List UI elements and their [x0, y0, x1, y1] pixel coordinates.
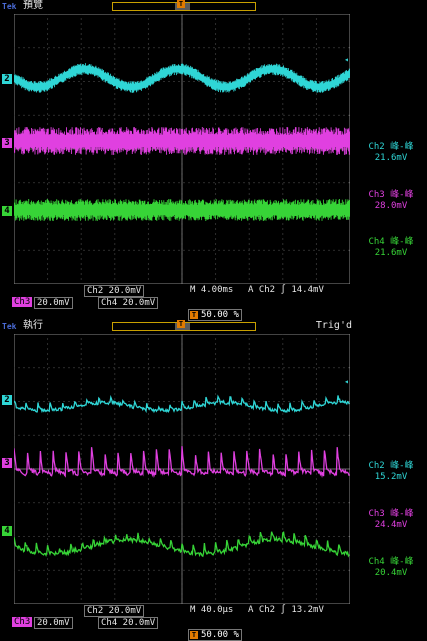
- measurement-label: Ch4 峰-峰: [368, 557, 414, 567]
- scope-capture-top: Tek 預覽 T ◂ 2 3 4 Ch2 峰-峰 21.6mV Ch3 峰-峰 …: [0, 0, 427, 321]
- ch3-label[interactable]: Ch3: [12, 297, 33, 307]
- ch3-level-marker[interactable]: 3: [2, 138, 12, 148]
- measurement-ch2: Ch2 峰-峰 21.6mV: [356, 142, 426, 164]
- brand-logo: Tek: [2, 2, 17, 11]
- measurement-value: 24.4mV: [374, 520, 408, 530]
- trigger-level-marker: ◂: [344, 377, 349, 386]
- trigger-position-value: 50.00 %: [201, 310, 239, 320]
- trigger-status: Trig'd: [315, 320, 352, 331]
- settings-row: Ch3 20.0mV Ch4 20.0mV: [0, 616, 427, 629]
- measurement-label: Ch2 峰-峰: [368, 461, 414, 471]
- trigger-position-value: 50.00 %: [201, 630, 239, 640]
- acquisition-mode: 預覽: [23, 0, 43, 11]
- trigger-icon: T: [190, 311, 198, 319]
- measurement-ch2: Ch2 峰-峰 15.2mV: [356, 461, 426, 483]
- measurement-label: Ch3 峰-峰: [368, 190, 414, 200]
- measurement-value: 15.2mV: [374, 472, 408, 482]
- measurement-value: 21.6mV: [374, 248, 408, 258]
- trigger-level-marker: ◂: [344, 55, 349, 64]
- brand-logo: Tek: [2, 322, 17, 331]
- waveform-graticule: ◂: [14, 14, 350, 284]
- settings-row: T 50.00 %: [0, 628, 427, 641]
- measurement-label: Ch2 峰-峰: [368, 142, 414, 152]
- trigger-position[interactable]: T 50.00 %: [188, 629, 242, 641]
- measurement-ch4: Ch4 峰-峰 20.4mV: [356, 557, 426, 579]
- ch3-label[interactable]: Ch3: [12, 617, 33, 627]
- settings-row: Ch2 20.0mV M 40.0µs A Ch2 ∫ 13.2mV: [0, 604, 427, 617]
- ch4-level-marker[interactable]: 4: [2, 526, 12, 536]
- trigger-source[interactable]: A Ch2 ∫ 13.2mV: [248, 605, 324, 615]
- settings-row: Ch3 20.0mV Ch4 20.0mV: [0, 296, 427, 309]
- ch3-level-marker[interactable]: 3: [2, 458, 12, 468]
- measurement-ch3: Ch3 峰-峰 28.0mV: [356, 190, 426, 212]
- ch2-level-marker[interactable]: 2: [2, 74, 12, 84]
- ch3-waveform: [14, 446, 350, 478]
- measurement-label: Ch4 峰-峰: [368, 237, 414, 247]
- timebase[interactable]: M 4.00ms: [190, 285, 233, 295]
- ch4-waveform: [14, 199, 350, 221]
- waveform-graticule: ◂: [14, 334, 350, 604]
- settings-row: T 50.00 %: [0, 308, 427, 321]
- acquisition-mode: 執行: [23, 320, 43, 331]
- measurement-value: 20.4mV: [374, 568, 408, 578]
- trigger-icon: T: [190, 631, 198, 639]
- ch4-level-marker[interactable]: 4: [2, 206, 12, 216]
- settings-row: Ch2 20.0mV M 4.00ms A Ch2 ∫ 14.4mV: [0, 284, 427, 297]
- status-bar: Tek 執行 T Trig'd: [0, 320, 427, 332]
- measurement-value: 28.0mV: [374, 201, 408, 211]
- trigger-position-marker: T: [177, 0, 185, 8]
- ch2-level-marker[interactable]: 2: [2, 395, 12, 405]
- trigger-source[interactable]: A Ch2 ∫ 14.4mV: [248, 285, 324, 295]
- measurement-ch4: Ch4 峰-峰 21.6mV: [356, 237, 426, 259]
- trigger-position-marker: T: [177, 320, 185, 328]
- measurement-label: Ch3 峰-峰: [368, 509, 414, 519]
- scope-capture-bottom: Tek 執行 T Trig'd ◂ 2 3 4 Ch2 峰-峰 15.2mV C…: [0, 320, 427, 641]
- status-bar: Tek 預覽 T: [0, 0, 427, 12]
- timebase[interactable]: M 40.0µs: [190, 605, 233, 615]
- measurement-value: 21.6mV: [374, 153, 408, 163]
- measurement-ch3: Ch3 峰-峰 24.4mV: [356, 509, 426, 531]
